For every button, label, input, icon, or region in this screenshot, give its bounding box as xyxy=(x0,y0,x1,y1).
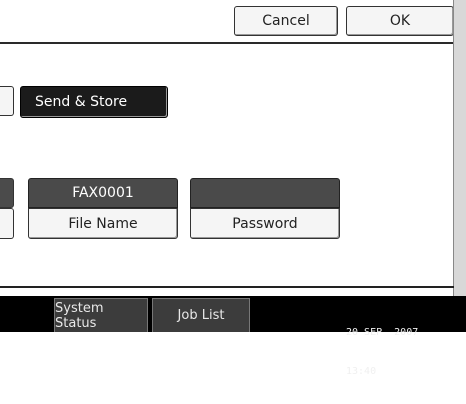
date-text: 20 SEP 2007 xyxy=(346,327,419,338)
ok-button[interactable]: OK xyxy=(346,6,454,36)
send-and-store-button[interactable]: Send & Store xyxy=(20,86,168,118)
status-bar: System Status Job List 20 SEP 2007 13:40 xyxy=(0,296,466,377)
password-value xyxy=(190,178,340,208)
top-bar: Cancel OK xyxy=(0,0,466,44)
previous-option-button[interactable] xyxy=(0,86,14,116)
previous-field-value xyxy=(0,178,14,208)
cancel-button[interactable]: Cancel xyxy=(234,6,338,36)
password-button[interactable]: Password xyxy=(190,208,340,239)
file-name-value: FAX0001 xyxy=(28,178,178,208)
panel-divider xyxy=(0,286,454,288)
right-scroll-edge xyxy=(453,0,466,296)
time-text: 13:40 xyxy=(346,366,377,377)
system-status-button[interactable]: System Status xyxy=(54,298,148,332)
previous-field-button[interactable] xyxy=(0,208,14,239)
date-time-display: 20 SEP 2007 13:40 xyxy=(346,300,456,404)
file-name-button[interactable]: File Name xyxy=(28,208,178,239)
settings-panel: Cancel OK Send & Store FAX0001 File Name… xyxy=(0,0,466,296)
job-list-button[interactable]: Job List xyxy=(152,298,250,332)
